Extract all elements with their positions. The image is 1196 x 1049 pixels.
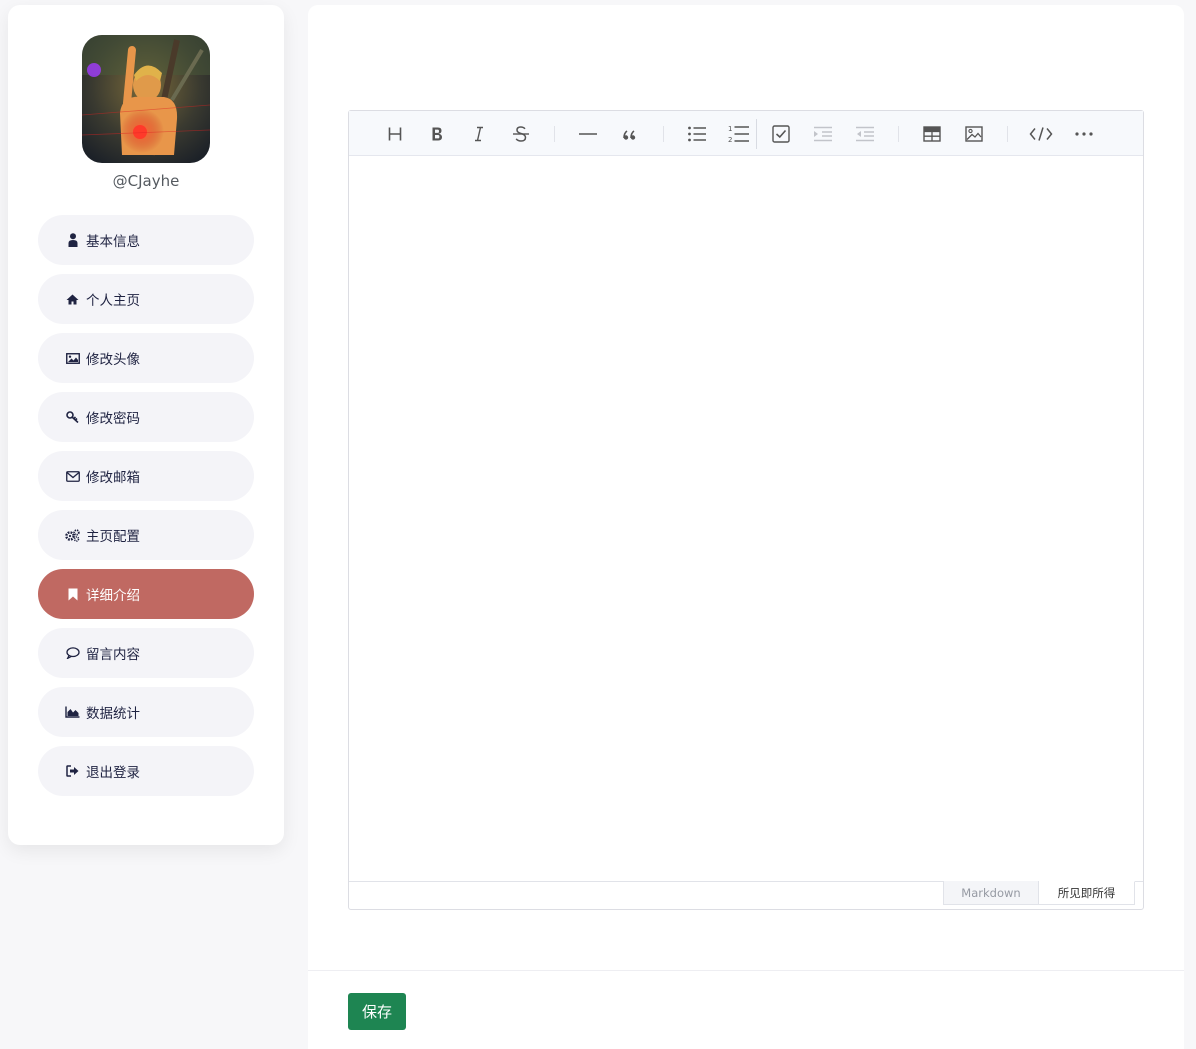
menu-item-statistics[interactable]: 数据统计 <box>38 687 254 737</box>
cogs-icon <box>65 528 80 542</box>
menu-item-basic-info[interactable]: 基本信息 <box>38 215 254 265</box>
svg-text:1: 1 <box>728 125 732 133</box>
home-icon <box>65 292 80 306</box>
bullet-list-icon[interactable] <box>685 122 709 146</box>
menu-item-homepage[interactable]: 个人主页 <box>38 274 254 324</box>
menu-item-logout[interactable]: 退出登录 <box>38 746 254 796</box>
markdown-mode-tab[interactable]: Markdown <box>943 881 1039 905</box>
task-list-icon[interactable] <box>769 122 793 146</box>
menu-item-change-email[interactable]: 修改邮箱 <box>38 451 254 501</box>
ordered-list-icon[interactable]: 12 <box>727 122 751 146</box>
heading-icon[interactable] <box>383 122 407 146</box>
markdown-editor: 12 Markdown 所见即所得 <box>348 110 1144 910</box>
menu-item-change-password[interactable]: 修改密码 <box>38 392 254 442</box>
save-button[interactable]: 保存 <box>348 993 406 1030</box>
wysiwyg-mode-tab[interactable]: 所见即所得 <box>1039 881 1135 905</box>
menu-item-change-avatar[interactable]: 修改头像 <box>38 333 254 383</box>
toolbar-separator <box>756 119 757 149</box>
menu-item-label: 数据统计 <box>86 706 140 722</box>
image-icon <box>65 351 80 365</box>
menu-item-label: 修改密码 <box>86 411 140 427</box>
menu-item-label: 修改邮箱 <box>86 470 140 486</box>
menu-item-detailed-intro[interactable]: 详细介绍 <box>38 569 254 619</box>
more-icon[interactable] <box>1072 122 1096 146</box>
toolbar-separator <box>663 126 664 142</box>
image-icon[interactable] <box>962 122 986 146</box>
indent-icon[interactable] <box>811 122 835 146</box>
comment-icon <box>65 646 80 660</box>
key-icon <box>65 410 80 424</box>
toolbar-separator <box>554 126 555 142</box>
bold-icon[interactable] <box>425 122 449 146</box>
menu-item-label: 留言内容 <box>86 647 140 663</box>
menu-item-label: 修改头像 <box>86 352 140 368</box>
code-icon[interactable] <box>1029 122 1053 146</box>
menu-item-label: 退出登录 <box>86 765 140 781</box>
user-icon <box>65 233 80 247</box>
footer-divider <box>308 970 1184 971</box>
editor-toolbar: 12 <box>349 111 1143 156</box>
sign-out-icon <box>65 764 80 778</box>
outdent-icon[interactable] <box>853 122 877 146</box>
menu-item-label: 详细介绍 <box>86 588 140 604</box>
strike-icon[interactable] <box>509 122 533 146</box>
menu-item-label: 基本信息 <box>86 234 140 250</box>
avatar[interactable] <box>82 35 210 163</box>
sidebar: @CJayhe 基本信息 个人主页 修改头像 修改密码 修改邮箱 主页配置 详细… <box>8 5 284 845</box>
envelope-icon <box>65 469 80 483</box>
bookmark-icon <box>65 587 80 601</box>
svg-text:2: 2 <box>728 136 732 144</box>
main-panel: 12 Markdown 所见即所得 保存 <box>308 5 1184 1049</box>
table-icon[interactable] <box>920 122 944 146</box>
toolbar-separator <box>1007 126 1008 142</box>
menu-item-label: 主页配置 <box>86 529 140 545</box>
italic-icon[interactable] <box>467 122 491 146</box>
menu-item-messages[interactable]: 留言内容 <box>38 628 254 678</box>
area-chart-icon <box>65 705 80 719</box>
username: @CJayhe <box>112 172 180 190</box>
editor-mode-switch: Markdown 所见即所得 <box>349 881 1143 909</box>
editor-content-area[interactable] <box>349 156 1143 881</box>
toolbar-separator <box>898 126 899 142</box>
horizontal-rule-icon[interactable] <box>576 122 600 146</box>
menu-item-homepage-config[interactable]: 主页配置 <box>38 510 254 560</box>
menu-item-label: 个人主页 <box>86 293 140 309</box>
settings-menu: 基本信息 个人主页 修改头像 修改密码 修改邮箱 主页配置 详细介绍 留言内容 … <box>38 215 254 805</box>
quote-icon[interactable] <box>618 122 642 146</box>
